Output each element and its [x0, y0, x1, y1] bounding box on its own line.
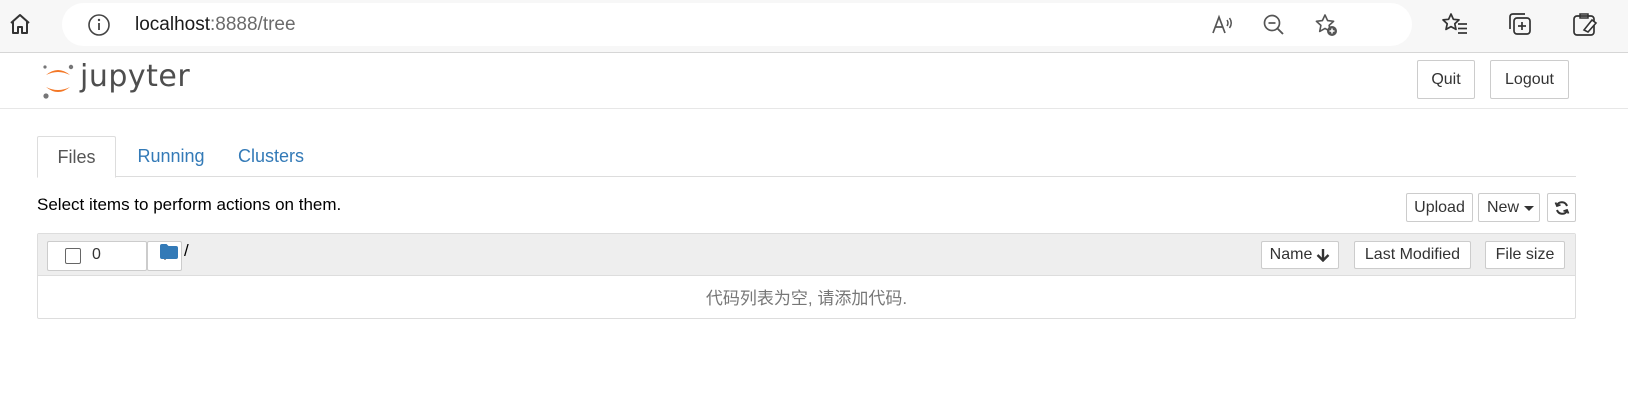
info-icon[interactable]	[86, 12, 112, 38]
instructions-text: Select items to perform actions on them.	[37, 195, 342, 214]
notebook-list: 0 / Name Last Modified File size 代码列表为空,…	[37, 233, 1576, 319]
tab-bar: Files Running Clusters	[37, 136, 1576, 178]
arrow-down-icon	[1316, 249, 1330, 262]
new-label: New	[1487, 198, 1520, 216]
tab-clusters[interactable]: Clusters	[227, 136, 315, 177]
browser-essentials-icon[interactable]	[1570, 9, 1600, 39]
upload-button[interactable]: Upload	[1406, 193, 1473, 222]
jupyter-logo-icon[interactable]	[40, 61, 76, 101]
browser-toolbar: localhost:8888/tree	[0, 0, 1628, 53]
tab-running[interactable]: Running	[131, 136, 211, 177]
empty-list-message: 代码列表为空, 请添加代码.	[705, 289, 908, 308]
refresh-button[interactable]	[1547, 193, 1576, 222]
sort-last-modified-button[interactable]: Last Modified	[1354, 241, 1471, 269]
new-dropdown-button[interactable]: New	[1478, 193, 1540, 222]
favorites-icon[interactable]	[1440, 9, 1470, 39]
collections-icon[interactable]	[1505, 9, 1535, 39]
refresh-icon	[1554, 200, 1569, 215]
caret-down-icon	[1524, 206, 1534, 211]
logout-button[interactable]: Logout	[1490, 60, 1569, 99]
address-bar[interactable]: localhost:8888/tree	[62, 3, 1412, 46]
jupyter-logo-text[interactable]: jupyter	[80, 59, 190, 94]
home-icon[interactable]	[6, 10, 34, 38]
breadcrumb-root[interactable]: /	[184, 241, 189, 261]
select-all-checkbox[interactable]	[65, 248, 81, 264]
folder-icon[interactable]	[160, 244, 178, 259]
list-header: 0 / Name Last Modified File size	[38, 234, 1575, 276]
url-text[interactable]: localhost:8888/tree	[135, 14, 296, 36]
sort-file-size-button[interactable]: File size	[1485, 241, 1565, 269]
column-name-label: Name	[1269, 246, 1313, 263]
zoom-out-icon[interactable]	[1260, 11, 1288, 39]
select-all-group: 0	[47, 241, 147, 271]
selected-count: 0	[92, 246, 101, 263]
read-aloud-icon[interactable]	[1208, 11, 1236, 39]
jupyter-header: jupyter Quit Logout	[0, 53, 1628, 109]
quit-button[interactable]: Quit	[1417, 60, 1475, 99]
tab-files[interactable]: Files	[37, 136, 116, 178]
sort-name-button[interactable]: Name	[1261, 241, 1339, 269]
add-favorite-icon[interactable]	[1312, 11, 1340, 39]
